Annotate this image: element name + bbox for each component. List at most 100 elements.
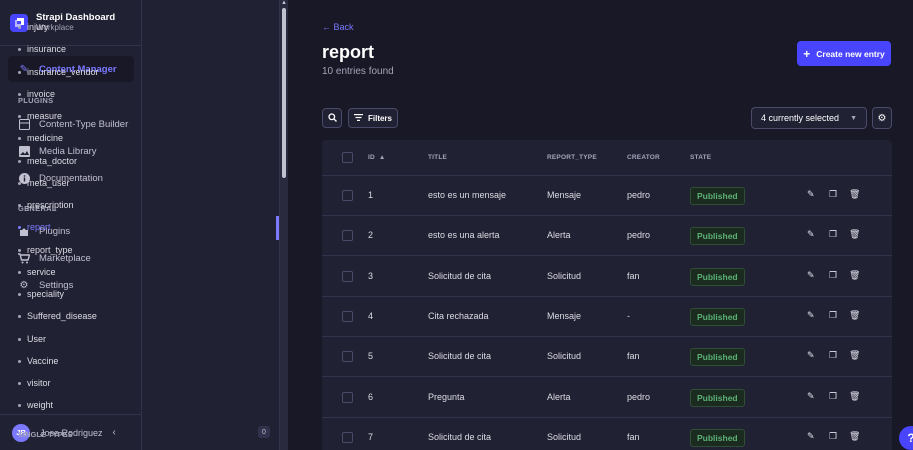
subnav-item-label: Vaccine bbox=[27, 355, 59, 366]
edit-pencil-icon[interactable]: ✎ bbox=[807, 391, 815, 402]
edit-pencil-icon[interactable]: ✎ bbox=[807, 310, 815, 321]
duplicate-icon[interactable]: ❐ bbox=[829, 431, 837, 442]
subnav-item-report_type[interactable]: report_type bbox=[18, 243, 73, 257]
subnav-item-prescription[interactable]: prescription bbox=[18, 198, 74, 212]
cell-creator: - bbox=[627, 310, 630, 321]
bullet-icon bbox=[18, 137, 21, 141]
subnav-item-label: prescription bbox=[27, 200, 74, 210]
cell-creator: pedro bbox=[627, 230, 651, 241]
bullet-icon bbox=[18, 48, 21, 52]
entries-count: 10 entries found bbox=[322, 66, 394, 77]
row-checkbox[interactable] bbox=[342, 270, 353, 282]
edit-pencil-icon[interactable]: ✎ bbox=[807, 431, 815, 442]
subnav-item-visitor[interactable]: visitor bbox=[18, 376, 51, 390]
subnav-item-label: injury bbox=[27, 22, 49, 32]
duplicate-icon[interactable]: ❐ bbox=[829, 350, 837, 361]
cell-id: 4 bbox=[368, 310, 374, 321]
subnav-item-weight[interactable]: weight bbox=[18, 398, 53, 412]
trash-icon[interactable]: 🗑 bbox=[849, 350, 860, 361]
subnav-item-insurance_vendor[interactable]: insurance_vendor bbox=[18, 65, 99, 79]
subnav-item-suffered_disease[interactable]: Suffered_disease bbox=[18, 309, 97, 323]
duplicate-icon[interactable]: ❐ bbox=[829, 310, 837, 321]
search-button[interactable] bbox=[322, 108, 342, 128]
table-row[interactable]: 4 Cita rechazada Mensaje - Published ✎ ❐ 🗑 bbox=[322, 297, 892, 337]
trash-icon[interactable]: 🗑 bbox=[849, 270, 860, 281]
subnav-item-label: speciality bbox=[27, 289, 65, 299]
trash-icon[interactable]: 🗑 bbox=[849, 229, 860, 240]
select-all-checkbox[interactable] bbox=[342, 152, 353, 163]
help-button[interactable]: ? bbox=[899, 426, 913, 450]
cell-creator: fan bbox=[627, 431, 640, 442]
table-row[interactable]: 5 Solicitud de cita Solicitud fan Published ✎… bbox=[322, 337, 892, 378]
chevron-left-icon[interactable]: ‹ bbox=[113, 427, 116, 438]
subnav-item-injury[interactable]: injury bbox=[18, 20, 49, 34]
single-types-section: SINGLE TYPES bbox=[18, 430, 73, 439]
table-row[interactable]: 6 Pregunta Alerta pedro Published ✎ ❐ 🗑 bbox=[322, 378, 892, 418]
trash-icon[interactable]: 🗑 bbox=[849, 431, 860, 442]
edit-pencil-icon[interactable]: ✎ bbox=[807, 350, 815, 361]
subnav-item-measure[interactable]: measure bbox=[18, 109, 62, 123]
cell-report-type: Solicitud bbox=[547, 431, 582, 442]
filter-icon bbox=[353, 113, 363, 123]
trash-icon[interactable]: 🗑 bbox=[849, 391, 860, 402]
create-new-entry-button[interactable]: + Create new entry bbox=[797, 41, 891, 66]
subnav-item-label: report_type bbox=[27, 244, 73, 255]
bullet-icon bbox=[18, 226, 21, 230]
columns-select[interactable]: 4 currently selected ▼ bbox=[751, 107, 867, 129]
duplicate-icon[interactable]: ❐ bbox=[829, 229, 837, 240]
cell-creator: fan bbox=[627, 351, 640, 362]
row-checkbox[interactable] bbox=[342, 190, 353, 201]
subnav-item-invoice[interactable]: invoice bbox=[18, 87, 55, 101]
columns-select-value: 4 currently selected bbox=[761, 113, 840, 123]
filters-button[interactable]: Filters bbox=[348, 108, 398, 128]
th-title[interactable]: TITLE bbox=[428, 154, 447, 161]
subnav-item-insurance[interactable]: insurance bbox=[18, 42, 66, 56]
subnav-item-meta_user[interactable]: meta_user bbox=[18, 176, 70, 190]
trash-icon[interactable]: 🗑 bbox=[849, 189, 860, 200]
bullet-icon bbox=[18, 270, 21, 274]
list-settings-button[interactable]: ⚙ bbox=[872, 107, 892, 129]
cell-report-type: Solicitud bbox=[547, 270, 582, 281]
edit-pencil-icon[interactable]: ✎ bbox=[807, 189, 815, 200]
subnav-item-meta_doctor[interactable]: meta_doctor bbox=[18, 154, 77, 168]
subnav-item-label: meta_doctor bbox=[27, 155, 78, 166]
subnav-item-vaccine[interactable]: Vaccine bbox=[18, 354, 58, 368]
cell-title: Pregunta bbox=[428, 391, 465, 402]
row-checkbox[interactable] bbox=[342, 310, 353, 322]
subnav-scrollbar-thumb[interactable] bbox=[282, 8, 286, 178]
subnav-item-user[interactable]: User bbox=[18, 332, 46, 346]
app: Strapi Dashboard Workplace ✎ Content Man… bbox=[0, 0, 913, 450]
row-checkbox[interactable] bbox=[342, 431, 353, 443]
subnav-item-service[interactable]: service bbox=[18, 265, 56, 279]
th-id[interactable]: ID ▲ bbox=[368, 154, 386, 161]
th-state[interactable]: STATE bbox=[690, 154, 711, 161]
edit-pencil-icon[interactable]: ✎ bbox=[807, 270, 815, 281]
cell-title: Cita rechazada bbox=[428, 310, 489, 321]
table-row[interactable]: 3 Solicitud de cita Solicitud fan Published ✎… bbox=[322, 257, 892, 297]
duplicate-icon[interactable]: ❐ bbox=[829, 189, 837, 200]
row-checkbox[interactable] bbox=[342, 351, 353, 363]
subnav-item-speciality[interactable]: speciality bbox=[18, 287, 64, 301]
th-creator[interactable]: CREATOR bbox=[627, 154, 660, 161]
scroll-up-icon[interactable]: ▲ bbox=[281, 0, 287, 6]
row-checkbox[interactable] bbox=[342, 391, 353, 403]
table-row[interactable]: 7 Solicitud de cita Solicitud fan Published ✎… bbox=[322, 418, 892, 450]
bullet-icon bbox=[18, 248, 21, 252]
table-row[interactable]: 1 esto es un mensaje Mensaje pedro Published… bbox=[322, 176, 892, 216]
table-row[interactable]: 2 esto es una alerta Alerta pedro Published ✎… bbox=[322, 216, 892, 257]
cell-title: Solicitud de cita bbox=[428, 351, 492, 362]
edit-pencil-icon[interactable]: ✎ bbox=[807, 229, 815, 240]
duplicate-icon[interactable]: ❐ bbox=[829, 391, 837, 402]
subnav-item-medicine[interactable]: medicine bbox=[18, 131, 63, 145]
row-checkbox[interactable] bbox=[342, 230, 353, 242]
bullet-icon bbox=[18, 26, 21, 30]
trash-icon[interactable]: 🗑 bbox=[849, 310, 860, 321]
duplicate-icon[interactable]: ❐ bbox=[829, 270, 837, 281]
cell-title: Solicitud de cita bbox=[428, 270, 492, 281]
th-report-type[interactable]: REPORT_TYPE bbox=[547, 154, 597, 161]
subnav-item-report[interactable]: report bbox=[18, 220, 51, 234]
cell-id: 5 bbox=[368, 351, 374, 362]
back-link[interactable]: ← Back bbox=[322, 22, 354, 32]
cell-id: 7 bbox=[368, 431, 374, 442]
cell-title: Solicitud de cita bbox=[428, 431, 492, 442]
